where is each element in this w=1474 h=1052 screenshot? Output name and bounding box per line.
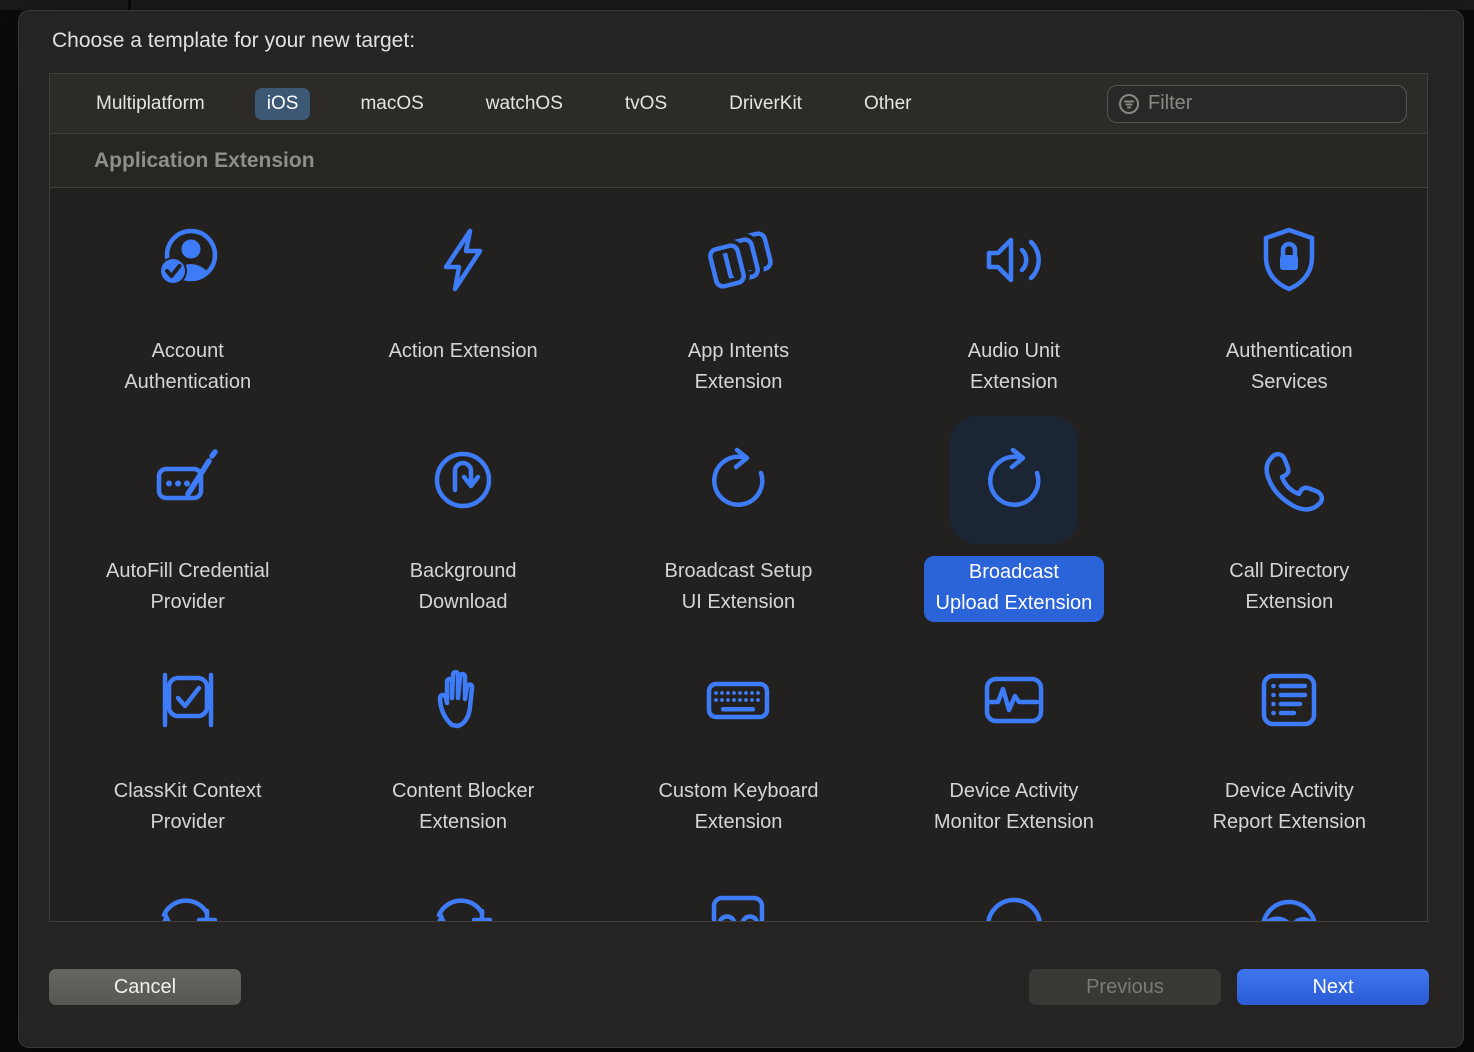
template-label: BroadcastUpload Extension: [924, 556, 1105, 622]
easel-check-icon: [124, 636, 252, 764]
template-item-device-activity-monitor-extension[interactable]: Device ActivityMonitor Extension: [876, 628, 1151, 848]
template-label: AccountAuthentication: [124, 336, 251, 398]
template-item-partial[interactable]: [876, 848, 1151, 921]
template-label: Broadcast SetupUI Extension: [665, 556, 813, 618]
template-item-device-activity-report-extension[interactable]: Device ActivityReport Extension: [1152, 628, 1427, 848]
template-item-autofill-credential-provider[interactable]: AutoFill CredentialProvider: [50, 408, 325, 628]
section-title: Application Extension: [94, 149, 315, 173]
template-item-custom-keyboard-extension[interactable]: Custom KeyboardExtension: [601, 628, 876, 848]
template-label: Device ActivityMonitor Extension: [934, 776, 1094, 838]
bubble-wave-icon: [1225, 856, 1353, 921]
tab-watchos[interactable]: watchOS: [474, 88, 575, 120]
background-window-edge: [0, 0, 1474, 10]
template-chooser-panel: Multiplatform iOS macOS watchOS tvOS DriverKi…: [49, 73, 1428, 922]
new-target-template-dialog: Choose a template for your new target: M…: [18, 10, 1464, 1048]
speaker-sound-icon: [950, 196, 1078, 324]
template-label: Device ActivityReport Extension: [1213, 776, 1366, 838]
credential-pencil-icon: [124, 416, 252, 544]
ticket-icon: [674, 856, 802, 921]
template-label: ClassKit ContextProvider: [114, 776, 262, 838]
template-item-broadcast-upload-extension[interactable]: BroadcastUpload Extension: [876, 408, 1151, 628]
template-item-authentication-services[interactable]: AuthenticationServices: [1152, 188, 1427, 408]
template-grid: AccountAuthentication Action Extension Ap…: [50, 188, 1427, 921]
template-item-action-extension[interactable]: Action Extension: [325, 188, 600, 408]
stacked-panels-icon: [674, 196, 802, 324]
template-item-app-intents-extension[interactable]: App IntentsExtension: [601, 188, 876, 408]
template-label: Action Extension: [389, 336, 538, 367]
download-circle-icon: [399, 416, 527, 544]
template-label: Call DirectoryExtension: [1229, 556, 1349, 618]
template-item-background-download[interactable]: BackgroundDownload: [325, 408, 600, 628]
tab-other[interactable]: Other: [852, 88, 924, 120]
report-list-icon: [1225, 636, 1353, 764]
arc-arrow-icon: [124, 856, 252, 921]
clockwise-arrow-icon: [674, 416, 802, 544]
section-header: Application Extension: [50, 134, 1427, 188]
filter-field[interactable]: Filter: [1107, 85, 1407, 123]
template-item-call-directory-extension[interactable]: Call DirectoryExtension: [1152, 408, 1427, 628]
template-item-audio-unit-extension[interactable]: Audio UnitExtension: [876, 188, 1151, 408]
template-item-classkit-context-provider[interactable]: ClassKit ContextProvider: [50, 628, 325, 848]
template-label: App IntentsExtension: [688, 336, 789, 398]
template-item-partial[interactable]: [50, 848, 325, 921]
background-toolbar-divider: [128, 0, 131, 10]
template-label: Content BlockerExtension: [392, 776, 534, 838]
template-label: AutoFill CredentialProvider: [106, 556, 269, 618]
filter-placeholder: Filter: [1148, 92, 1192, 115]
next-button[interactable]: Next: [1237, 969, 1429, 1005]
shield-lock-icon: [1225, 196, 1353, 324]
template-label: AuthenticationServices: [1226, 336, 1353, 398]
previous-button[interactable]: Previous: [1029, 969, 1221, 1005]
template-label: Audio UnitExtension: [968, 336, 1060, 398]
template-label: Custom KeyboardExtension: [658, 776, 818, 838]
tab-ios[interactable]: iOS: [255, 88, 311, 120]
template-label: BackgroundDownload: [410, 556, 517, 618]
arc-arrow-icon: [399, 856, 527, 921]
tab-tvos[interactable]: tvOS: [613, 88, 679, 120]
template-item-partial[interactable]: [601, 848, 876, 921]
cancel-button[interactable]: Cancel: [49, 969, 241, 1005]
raised-hand-icon: [399, 636, 527, 764]
account-authentication-icon: [124, 196, 252, 324]
template-item-account-authentication[interactable]: AccountAuthentication: [50, 188, 325, 408]
tab-macos[interactable]: macOS: [348, 88, 435, 120]
waveform-monitor-icon: [950, 636, 1078, 764]
tab-multiplatform[interactable]: Multiplatform: [84, 88, 217, 120]
dialog-title: Choose a template for your new target:: [52, 29, 415, 53]
lightning-bolt-icon: [399, 196, 527, 324]
filter-icon: [1118, 93, 1140, 115]
clockwise-arrow-icon: [950, 416, 1078, 544]
tab-driverkit[interactable]: DriverKit: [717, 88, 814, 120]
bubble-icon: [950, 856, 1078, 921]
template-item-content-blocker-extension[interactable]: Content BlockerExtension: [325, 628, 600, 848]
platform-tab-bar: Multiplatform iOS macOS watchOS tvOS DriverKi…: [50, 74, 1427, 134]
keyboard-icon: [674, 636, 802, 764]
phone-handset-icon: [1225, 416, 1353, 544]
template-item-partial[interactable]: [325, 848, 600, 921]
template-item-broadcast-setup-ui-extension[interactable]: Broadcast SetupUI Extension: [601, 408, 876, 628]
template-item-partial[interactable]: [1152, 848, 1427, 921]
